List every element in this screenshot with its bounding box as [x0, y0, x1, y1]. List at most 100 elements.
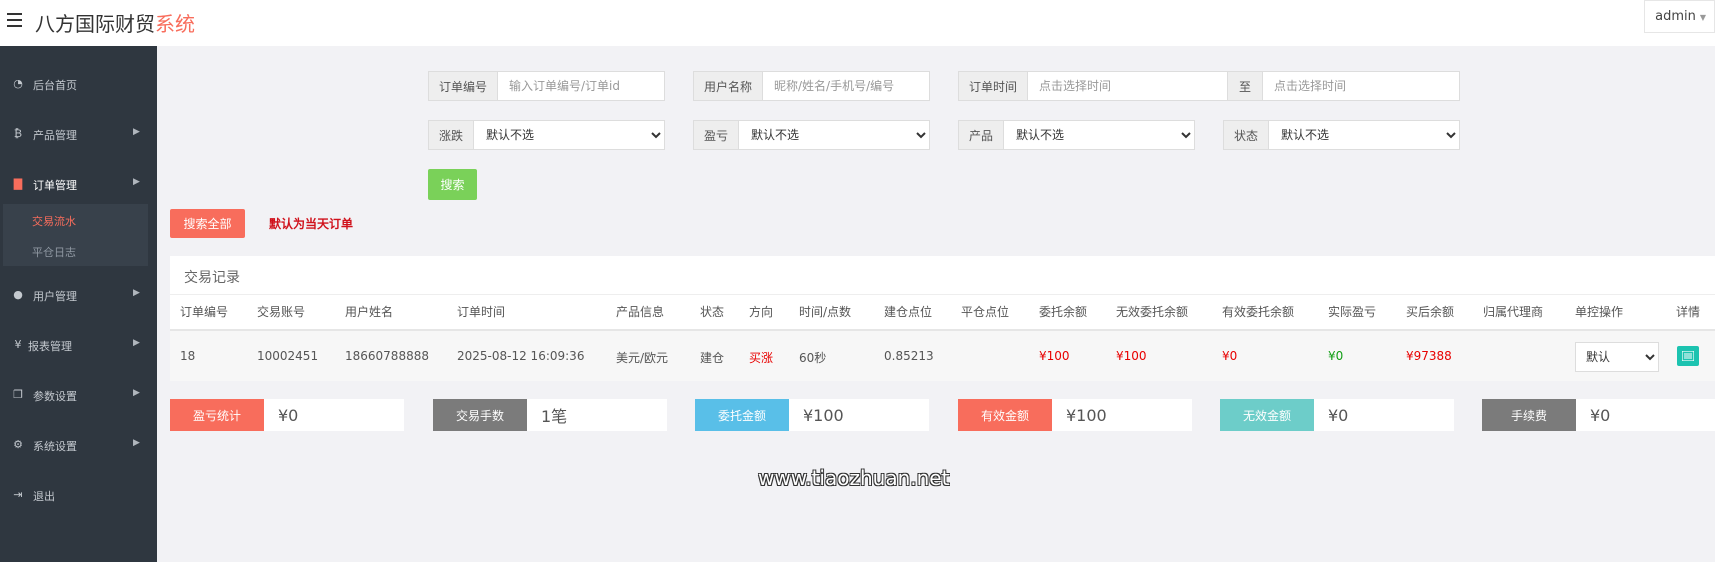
to-label: 至: [1228, 72, 1264, 100]
control-select[interactable]: 默认: [1575, 342, 1659, 372]
cell-order-no: 18: [180, 349, 196, 363]
sidebar-item-label: 系统设置: [33, 440, 77, 453]
sidebar-item-label: 后台首页: [33, 79, 77, 92]
stat-entrust-amount: 委托金额 ¥100: [695, 399, 929, 431]
cell-time-points: 60秒: [799, 351, 827, 365]
sidebar-item-logout[interactable]: ⇥ 退出: [0, 475, 157, 515]
col-header-order-time: 订单时间: [457, 305, 506, 319]
app-title: 八方国际财贸系统: [35, 8, 195, 37]
order-time-label: 订单时间: [959, 72, 1029, 100]
sidebar-item-label: 退出: [33, 490, 55, 503]
chevron-right-icon: ▶: [133, 127, 140, 137]
brand-main: 八方国际财贸: [35, 12, 155, 36]
order-no-label: 订单编号: [429, 72, 499, 100]
signout-icon: ⇥: [13, 488, 23, 501]
sidebar-item-label: 用户管理: [33, 290, 77, 303]
default-hint: 默认为当天订单: [269, 217, 354, 231]
cell-direction: 买涨: [749, 351, 774, 365]
sidebar-item-label: 报表管理: [28, 340, 72, 353]
yen-icon: ¥: [14, 338, 22, 351]
records-panel: 交易记录 订单编号 交易账号 用户姓名 订单时间 产品信息 状态 方向 时间/点…: [170, 256, 1715, 381]
list-icon: [1682, 351, 1694, 361]
file-icon: ▇: [13, 177, 23, 190]
bitcoin-icon: ₿: [13, 127, 23, 140]
submenu-item-close-log[interactable]: 平仓日志: [32, 244, 76, 260]
username-filter: 用户名称: [693, 71, 930, 101]
sidebar: ◔ 后台首页 ₿ 产品管理 ▶ ▇ 订单管理 ▶ 交易流水 平仓日志 ● 用户管…: [0, 46, 157, 562]
user-name: admin: [1655, 9, 1696, 24]
order-time-filter: 订单时间: [958, 71, 1228, 101]
stat-value: ¥0: [1314, 399, 1454, 431]
watermark: www.tiaozhuan.net: [758, 466, 950, 490]
col-header-actual-pl: 实际盈亏: [1328, 305, 1377, 319]
status-select[interactable]: 默认不选: [1269, 121, 1459, 149]
rise-fall-select[interactable]: 默认不选: [474, 121, 664, 149]
username-input[interactable]: [763, 72, 929, 100]
chevron-right-icon: ▶: [133, 177, 140, 187]
top-header: 八方国际财贸系统 admin ▼: [0, 0, 1715, 46]
user-icon: ●: [13, 288, 23, 301]
col-header-control: 单控操作: [1575, 305, 1624, 319]
status-label: 状态: [1224, 121, 1270, 149]
stat-value: 1笔: [527, 399, 667, 431]
cell-after-balance: ¥97388: [1406, 349, 1452, 363]
col-header-product: 产品信息: [616, 305, 665, 319]
stat-label: 盈亏统计: [170, 399, 264, 431]
profit-loss-select[interactable]: 默认不选: [739, 121, 929, 149]
sidebar-item-label: 产品管理: [33, 129, 77, 142]
col-header-account: 交易账号: [257, 305, 306, 319]
sidebar-item-label: 参数设置: [33, 390, 77, 403]
col-header-close-point: 平仓点位: [961, 305, 1010, 319]
stat-value: ¥0: [1576, 399, 1715, 431]
sidebar-item-params[interactable]: ❐ 参数设置 ▶: [0, 375, 157, 415]
search-button[interactable]: 搜索: [428, 169, 477, 200]
divider: [170, 294, 1715, 295]
sidebar-item-orders[interactable]: ▇ 订单管理 ▶: [0, 164, 157, 204]
product-label: 产品: [959, 121, 1005, 149]
stat-label: 委托金额: [695, 399, 789, 431]
cell-product: 美元/欧元: [616, 351, 669, 365]
product-select[interactable]: 默认不选: [1004, 121, 1194, 149]
col-header-valid-entrust: 有效委托余额: [1222, 305, 1295, 319]
dashboard-icon: ◔: [13, 77, 23, 90]
stat-label: 有效金额: [958, 399, 1052, 431]
col-header-direction: 方向: [749, 305, 774, 319]
stat-valid-amount: 有效金额 ¥100: [958, 399, 1192, 431]
detail-button[interactable]: [1677, 346, 1699, 366]
cell-status: 建仓: [700, 351, 725, 365]
panel-title: 交易记录: [184, 270, 240, 286]
cell-actual-pl: ¥0: [1328, 349, 1344, 363]
sidebar-item-reports[interactable]: ¥ 报表管理 ▶: [0, 325, 157, 365]
start-time-input[interactable]: [1028, 72, 1227, 100]
caret-down-icon: ▼: [1699, 13, 1706, 22]
user-menu[interactable]: admin ▼: [1644, 0, 1715, 33]
rise-fall-filter: 涨跌 默认不选: [428, 120, 665, 150]
sidebar-item-home[interactable]: ◔ 后台首页: [0, 64, 157, 104]
sidebar-item-products[interactable]: ₿ 产品管理 ▶: [0, 114, 157, 154]
order-no-input[interactable]: [498, 72, 664, 100]
end-time-input[interactable]: [1263, 72, 1459, 100]
menu-toggle-icon[interactable]: [7, 13, 22, 27]
orders-submenu: 交易流水 平仓日志: [3, 204, 148, 266]
profit-loss-filter: 盈亏 默认不选: [693, 120, 930, 150]
cell-invalid-entrust: ¥100: [1116, 349, 1147, 363]
cell-open-point: 0.85213: [884, 349, 934, 363]
cogs-icon: ⚙: [13, 438, 23, 451]
stat-fee: 手续费 ¥0: [1482, 399, 1715, 431]
col-header-status: 状态: [700, 305, 725, 319]
col-header-entrust-balance: 委托余额: [1039, 305, 1088, 319]
cell-account: 10002451: [257, 349, 319, 363]
stat-label: 交易手数: [433, 399, 527, 431]
col-header-user-name: 用户姓名: [345, 305, 394, 319]
search-all-button[interactable]: 搜索全部: [170, 209, 245, 238]
col-header-invalid-entrust: 无效委托余额: [1116, 305, 1189, 319]
sidebar-item-system[interactable]: ⚙ 系统设置 ▶: [0, 425, 157, 465]
sidebar-item-users[interactable]: ● 用户管理 ▶: [0, 275, 157, 315]
submenu-item-transactions[interactable]: 交易流水: [32, 213, 76, 229]
stat-value: ¥0: [264, 399, 404, 431]
col-header-time-points: 时间/点数: [799, 305, 852, 319]
stat-trade-count: 交易手数 1笔: [433, 399, 667, 431]
col-header-after-balance: 买后余额: [1406, 305, 1455, 319]
sidebar-item-label: 订单管理: [33, 179, 77, 192]
chevron-right-icon: ▶: [133, 288, 140, 298]
